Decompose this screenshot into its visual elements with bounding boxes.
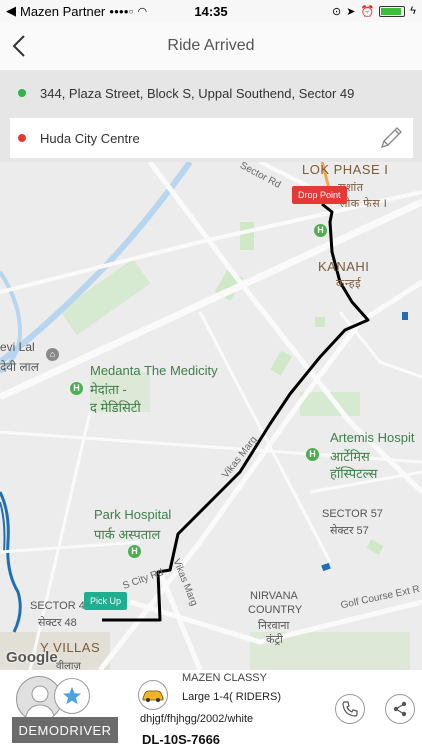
map-label-sector48-hindi: सेक्टर 48 <box>38 617 77 629</box>
back-to-app-arrow-icon[interactable]: ◀ <box>6 3 16 19</box>
map-label-kanahi-hindi: कन्हई <box>336 278 361 290</box>
page-title: Ride Arrived <box>167 37 255 54</box>
back-button[interactable] <box>8 32 34 60</box>
driver-info-panel: DEMODRIVER MAZEN CLASSY Large 1-4( RIDER… <box>0 670 422 750</box>
map-label-medanta-hindi2: द मेडिसिटी <box>90 400 141 415</box>
map-label-devi-lal: evi Lal <box>0 340 35 354</box>
drop-location-field[interactable]: Huda City Centre <box>10 118 413 158</box>
drop-address: Huda City Centre <box>40 130 140 146</box>
hospital-marker-icon[interactable]: H <box>70 382 83 395</box>
map-label-nirvana1: NIRVANA <box>250 590 298 602</box>
pencil-icon <box>380 127 402 149</box>
phone-icon <box>342 701 358 717</box>
map-label-sector57: SECTOR 57 <box>322 508 383 520</box>
alarm-icon: ⏰ <box>360 5 375 18</box>
map-label-nirvana2: COUNTRY <box>248 604 303 616</box>
clock: 14:35 <box>194 3 228 19</box>
pickup-dot-icon <box>18 89 26 97</box>
pickup-location-field[interactable]: 344, Plaza Street, Block S, Uppal Southe… <box>0 74 422 112</box>
drop-point-marker[interactable]: Drop Point <box>292 186 347 204</box>
map-label-lok-hindi: लोक फेस I <box>340 198 388 210</box>
map-label-artemis: Artemis Hospit <box>330 430 415 445</box>
vehicle-capacity: Large 1-4( RIDERS) <box>182 691 282 703</box>
map-label-medanta-hindi1: मेदांता - <box>90 382 127 397</box>
driver-name: DEMODRIVER <box>12 717 118 743</box>
edit-drop-button[interactable] <box>377 124 405 152</box>
battery-icon <box>379 5 406 17</box>
map-label-villas-hindi: वीलाज़ <box>56 661 81 670</box>
share-button[interactable] <box>385 694 415 724</box>
map-label-kanahi: KANAHI <box>318 259 370 274</box>
wifi-icon: ◠ <box>137 5 148 18</box>
google-logo: Google <box>6 649 58 666</box>
map-label-park-hospital: Park Hospital <box>94 507 172 522</box>
map-label-sector57-hindi: सेक्टर 57 <box>330 525 369 537</box>
map-label-medanta: Medanta The Medicity <box>90 363 218 378</box>
hospital-marker-icon[interactable]: H <box>128 545 141 558</box>
map-label-sector48: SECTOR 48 <box>30 600 91 612</box>
signal-icon: ●●●●○ <box>109 6 134 16</box>
header: Ride Arrived <box>0 22 422 70</box>
route-map[interactable]: H H H H ⌂ LOK PHASE I सुशांत लोक फेस I K… <box>0 162 422 670</box>
hospital-marker-icon[interactable]: H <box>314 224 327 237</box>
landmark-marker-icon[interactable]: ⌂ <box>46 348 59 361</box>
map-canvas <box>0 162 422 670</box>
lock-rotation-icon: ⊙ <box>332 5 342 18</box>
vehicle-class: MAZEN CLASSY <box>182 672 267 684</box>
map-label-nirvana-hindi1: निरवाना <box>258 620 290 632</box>
star-icon <box>54 678 90 714</box>
location-panel: 344, Plaza Street, Block S, Uppal Southe… <box>0 70 422 162</box>
pickup-marker[interactable]: Pick Up <box>84 592 128 610</box>
drop-dot-icon <box>18 134 26 142</box>
vehicle-plate: DL-10S-7666 <box>142 732 221 747</box>
carrier-label: Mazen Partner <box>20 3 106 19</box>
status-bar: ◀ Mazen Partner ●●●●○ ◠ 14:35 ⊙ ➤ ⏰ ϟ <box>0 0 422 22</box>
map-label-nirvana-hindi2: कंट्री <box>266 634 283 646</box>
location-arrow-icon: ➤ <box>346 5 356 18</box>
map-label-park-hindi: पार्क अस्पताल <box>94 527 161 542</box>
car-icon <box>138 680 168 710</box>
map-label-devi-lal-hindi: देवी लाल <box>0 360 39 374</box>
hospital-marker-icon[interactable]: H <box>306 448 319 461</box>
map-label-artemis-hindi1: आर्टेमिस <box>330 449 370 464</box>
map-label-artemis-hindi2: हॉस्पिटल्स <box>330 466 378 481</box>
vehicle-details: dhjgf/fhjhgg/2002/white <box>140 713 254 725</box>
map-label-lok-phase: LOK PHASE I <box>302 162 389 177</box>
pickup-address: 344, Plaza Street, Block S, Uppal Southe… <box>40 85 355 101</box>
call-button[interactable] <box>335 694 365 724</box>
chevron-left-icon <box>12 35 25 57</box>
vehicle-info: MAZEN CLASSY Large 1-4( RIDERS) <box>182 672 281 703</box>
share-icon <box>393 701 407 717</box>
driver-profile[interactable]: DEMODRIVER <box>12 676 122 746</box>
charging-icon: ϟ <box>410 5 416 17</box>
